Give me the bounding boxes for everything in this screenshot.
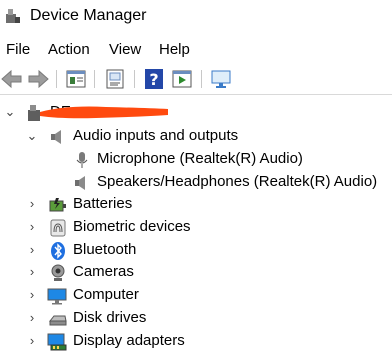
tree-category-disk-drives[interactable]: › Disk drives: [0, 307, 392, 329]
forward-arrow-icon[interactable]: [26, 67, 50, 91]
category-label: Batteries: [73, 195, 133, 212]
menu-help[interactable]: Help: [158, 40, 191, 60]
category-label: Audio inputs and outputs: [73, 127, 239, 144]
run-icon[interactable]: [170, 67, 194, 91]
expand-arrow-icon[interactable]: ›: [25, 287, 39, 303]
tree-device-microphone[interactable]: Microphone (Realtek(R) Audio): [0, 148, 392, 170]
category-label: Cameras: [73, 263, 134, 280]
disk-drive-icon: [48, 315, 67, 326]
monitor-icon: [47, 288, 67, 305]
expand-arrow-icon[interactable]: ›: [25, 333, 39, 349]
collapse-arrow-icon[interactable]: ⌄: [3, 104, 17, 120]
display-adapter-icon: [47, 333, 67, 351]
expand-arrow-icon[interactable]: ›: [25, 196, 39, 212]
category-label: Bluetooth: [73, 241, 137, 258]
menu-action[interactable]: Action: [47, 40, 91, 60]
category-label: Disk drives: [73, 309, 147, 326]
camera-icon: [51, 264, 65, 281]
tree-category-display-adapters[interactable]: › Display adapters: [0, 330, 392, 352]
tree-category-cameras[interactable]: › Cameras: [0, 261, 392, 283]
tree-category-bluetooth[interactable]: › Bluetooth: [0, 239, 392, 261]
show-hidden-icon[interactable]: [103, 67, 127, 91]
expand-arrow-icon[interactable]: ›: [25, 242, 39, 258]
expand-arrow-icon[interactable]: ›: [25, 310, 39, 326]
device-label: Microphone (Realtek(R) Audio): [97, 150, 303, 167]
tree-category-audio[interactable]: ⌄ Audio inputs and outputs: [0, 125, 392, 147]
expand-arrow-icon[interactable]: ›: [25, 219, 39, 235]
svg-text:?: ?: [149, 70, 158, 89]
category-label: Biometric devices: [73, 218, 191, 235]
menu-file[interactable]: File: [5, 40, 31, 60]
title-bar: Device Manager: [0, 0, 392, 34]
toolbar-separator: [134, 70, 135, 88]
redaction-mark: [40, 106, 168, 119]
microphone-icon: [76, 152, 88, 168]
properties-icon[interactable]: [64, 67, 88, 91]
category-label: Computer: [73, 286, 139, 303]
toolbar-separator: [94, 70, 95, 88]
toolbar: ?: [0, 64, 392, 95]
toolbar-separator: [56, 70, 57, 88]
window-title: Device Manager: [30, 7, 147, 24]
speaker-icon: [51, 130, 61, 144]
toolbar-separator: [201, 70, 202, 88]
menu-view[interactable]: View: [108, 40, 142, 60]
device-label: Speakers/Headphones (Realtek(R) Audio): [97, 173, 378, 190]
tree-category-computer[interactable]: › Computer: [0, 284, 392, 306]
scan-hardware-icon[interactable]: [209, 67, 233, 91]
tree-device-speakers[interactable]: Speakers/Headphones (Realtek(R) Audio): [0, 171, 392, 193]
expand-arrow-icon[interactable]: ›: [25, 264, 39, 280]
bluetooth-icon: [51, 242, 65, 260]
fingerprint-icon: [50, 219, 66, 237]
device-manager-icon: [6, 9, 20, 23]
category-label: Display adapters: [73, 332, 185, 349]
back-arrow-icon[interactable]: [0, 67, 24, 91]
tree-category-biometric[interactable]: › Biometric devices: [0, 216, 392, 238]
battery-icon: [49, 198, 66, 212]
menu-bar: File Action View Help: [0, 40, 392, 62]
collapse-arrow-icon[interactable]: ⌄: [25, 128, 39, 144]
help-icon[interactable]: ?: [142, 67, 166, 91]
tree-category-batteries[interactable]: › Batteries: [0, 193, 392, 215]
speaker-icon: [75, 176, 85, 190]
